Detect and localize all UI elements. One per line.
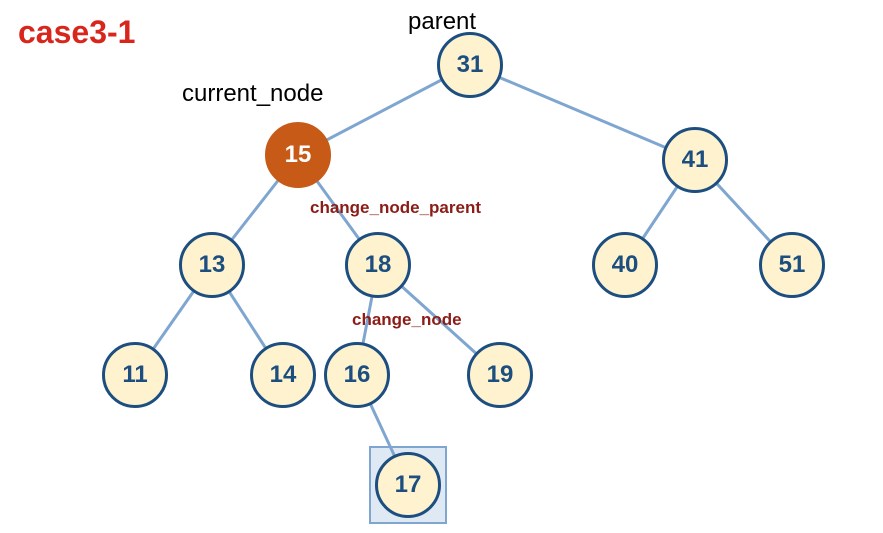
tree-edge: [470, 65, 695, 160]
tree-node-18: 18: [345, 232, 411, 298]
tree-node-51: 51: [759, 232, 825, 298]
tree-diagram: { "title": "case3-1", "labels": { "paren…: [0, 0, 883, 533]
tree-node-13: 13: [179, 232, 245, 298]
label-current-node: current_node: [182, 80, 323, 108]
tree-node-40: 40: [592, 232, 658, 298]
tree-node-17: 17: [375, 452, 441, 518]
tree-node-14: 14: [250, 342, 316, 408]
tree-node-11: 11: [102, 342, 168, 408]
tree-node-16: 16: [324, 342, 390, 408]
label-change-node: change_node: [352, 310, 462, 330]
label-change-node-parent: change_node_parent: [310, 198, 481, 218]
tree-node-19: 19: [467, 342, 533, 408]
tree-node-15: 15: [265, 122, 331, 188]
tree-node-41: 41: [662, 127, 728, 193]
diagram-title: case3-1: [18, 14, 135, 51]
tree-node-31: 31: [437, 32, 503, 98]
